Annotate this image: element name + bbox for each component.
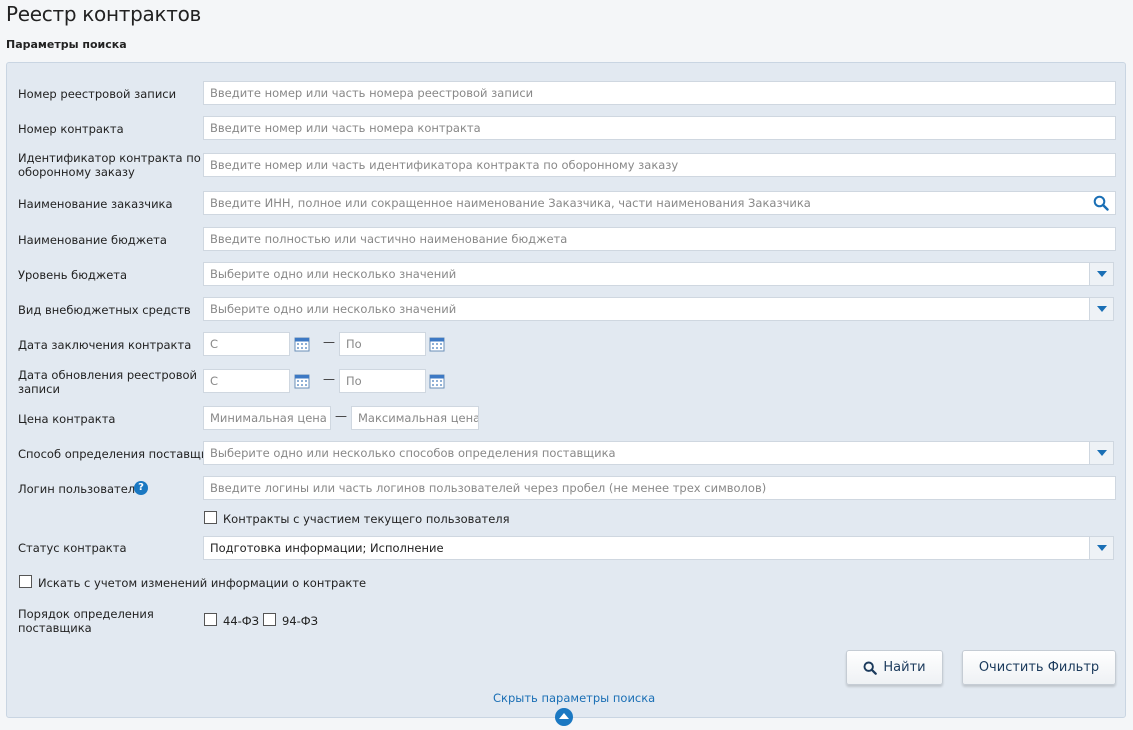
supplier-method-label: Способ определения поставщика [18,447,223,461]
current-user-contracts-label: Контракты с участием текущего пользовате… [223,512,510,526]
price-separator: — [335,409,347,423]
search-icon[interactable] [1093,195,1109,211]
find-button-label: Найти [883,660,926,675]
calendar-icon[interactable] [294,373,310,389]
contract-number-input[interactable]: Введите номер или часть номера контракта [203,116,1116,140]
user-login-label: Логин пользователя [18,482,143,496]
customer-name-label: Наименование заказчика [18,197,173,211]
update-date-label-line1: Дата обновления реестровой [18,368,197,382]
chevron-up-icon[interactable] [555,708,573,726]
chevron-down-icon[interactable] [1089,263,1113,285]
defense-id-label: Идентификатор контракта по оборонному за… [18,151,201,179]
budget-level-label: Уровень бюджета [18,268,128,282]
update-date-from-input[interactable]: С [203,369,290,393]
budget-name-label: Наименование бюджета [18,233,167,247]
law-44-checkbox[interactable] [204,613,217,626]
contract-date-from-input[interactable]: С [203,332,290,356]
update-date-label: Дата обновления реестровой записи [18,368,197,396]
price-max-input[interactable]: Максимальная цена [351,406,479,430]
calendar-icon[interactable] [294,336,310,352]
find-button[interactable]: Найти [846,650,943,685]
defense-id-label-line1: Идентификатор контракта по [18,151,201,165]
customer-name-placeholder: Введите ИНН, полное или сокращенное наим… [210,196,811,210]
law-94-checkbox[interactable] [263,613,276,626]
contract-date-label: Дата заключения контракта [18,338,192,352]
date-separator: — [323,335,335,349]
customer-name-input[interactable]: Введите ИНН, полное или сокращенное наим… [203,191,1116,215]
contract-status-value: Подготовка информации; Исполнение [210,541,444,555]
help-icon[interactable]: ? [134,481,148,495]
budget-level-select[interactable]: Выберите одно или несколько значений [203,262,1114,286]
chevron-down-icon[interactable] [1089,537,1113,559]
search-panel: Номер реестровой записи Введите номер ил… [6,62,1126,726]
page-title: Реестр контрактов [6,2,202,26]
contract-date-to-input[interactable]: По [339,332,426,356]
extrabudget-type-label: Вид внебюджетных средств [18,303,191,317]
defense-id-input[interactable]: Введите номер или часть идентификатора к… [203,153,1116,177]
supplier-method-placeholder: Выберите одно или несколько способов опр… [210,446,616,460]
supplier-method-select[interactable]: Выберите одно или несколько способов опр… [203,441,1114,465]
registry-number-label: Номер реестровой записи [18,87,177,101]
hide-search-params-link[interactable]: Скрыть параметры поиска [493,691,655,705]
calendar-icon[interactable] [429,336,445,352]
contract-status-label: Статус контракта [18,541,127,555]
chevron-down-icon[interactable] [1089,442,1113,464]
search-with-changes-label: Искать с учетом изменений информации о к… [38,576,367,590]
supplier-order-label: Порядок определения поставщика [18,607,154,635]
current-user-contracts-checkbox[interactable] [204,511,217,524]
clear-filter-button[interactable]: Очистить Фильтр [962,650,1116,685]
price-min-input[interactable]: Минимальная цена [203,406,331,430]
registry-number-input[interactable]: Введите номер или часть номера реестрово… [203,81,1116,105]
supplier-order-label-line1: Порядок определения [18,607,154,621]
search-icon [863,661,878,675]
chevron-down-icon[interactable] [1089,298,1113,320]
calendar-icon[interactable] [429,373,445,389]
update-date-to-input[interactable]: По [339,369,426,393]
user-login-input[interactable]: Введите логины или часть логинов пользов… [203,476,1116,500]
budget-level-placeholder: Выберите одно или несколько значений [210,267,457,281]
section-title: Параметры поиска [6,38,127,51]
supplier-order-label-line2: поставщика [18,621,92,635]
extrabudget-type-placeholder: Выберите одно или несколько значений [210,302,457,316]
extrabudget-type-select[interactable]: Выберите одно или несколько значений [203,297,1114,321]
defense-id-label-line2: оборонному заказу [18,165,135,179]
law-44-label: 44-ФЗ [223,614,260,628]
search-with-changes-checkbox[interactable] [19,575,32,588]
law-94-label: 94-ФЗ [282,614,319,628]
contract-price-label: Цена контракта [18,412,116,426]
contract-status-select[interactable]: Подготовка информации; Исполнение [203,536,1114,560]
budget-name-input[interactable]: Введите полностью или частично наименова… [203,227,1116,251]
contract-number-label: Номер контракта [18,122,124,136]
update-date-label-line2: записи [18,382,60,396]
date-separator: — [323,372,335,386]
